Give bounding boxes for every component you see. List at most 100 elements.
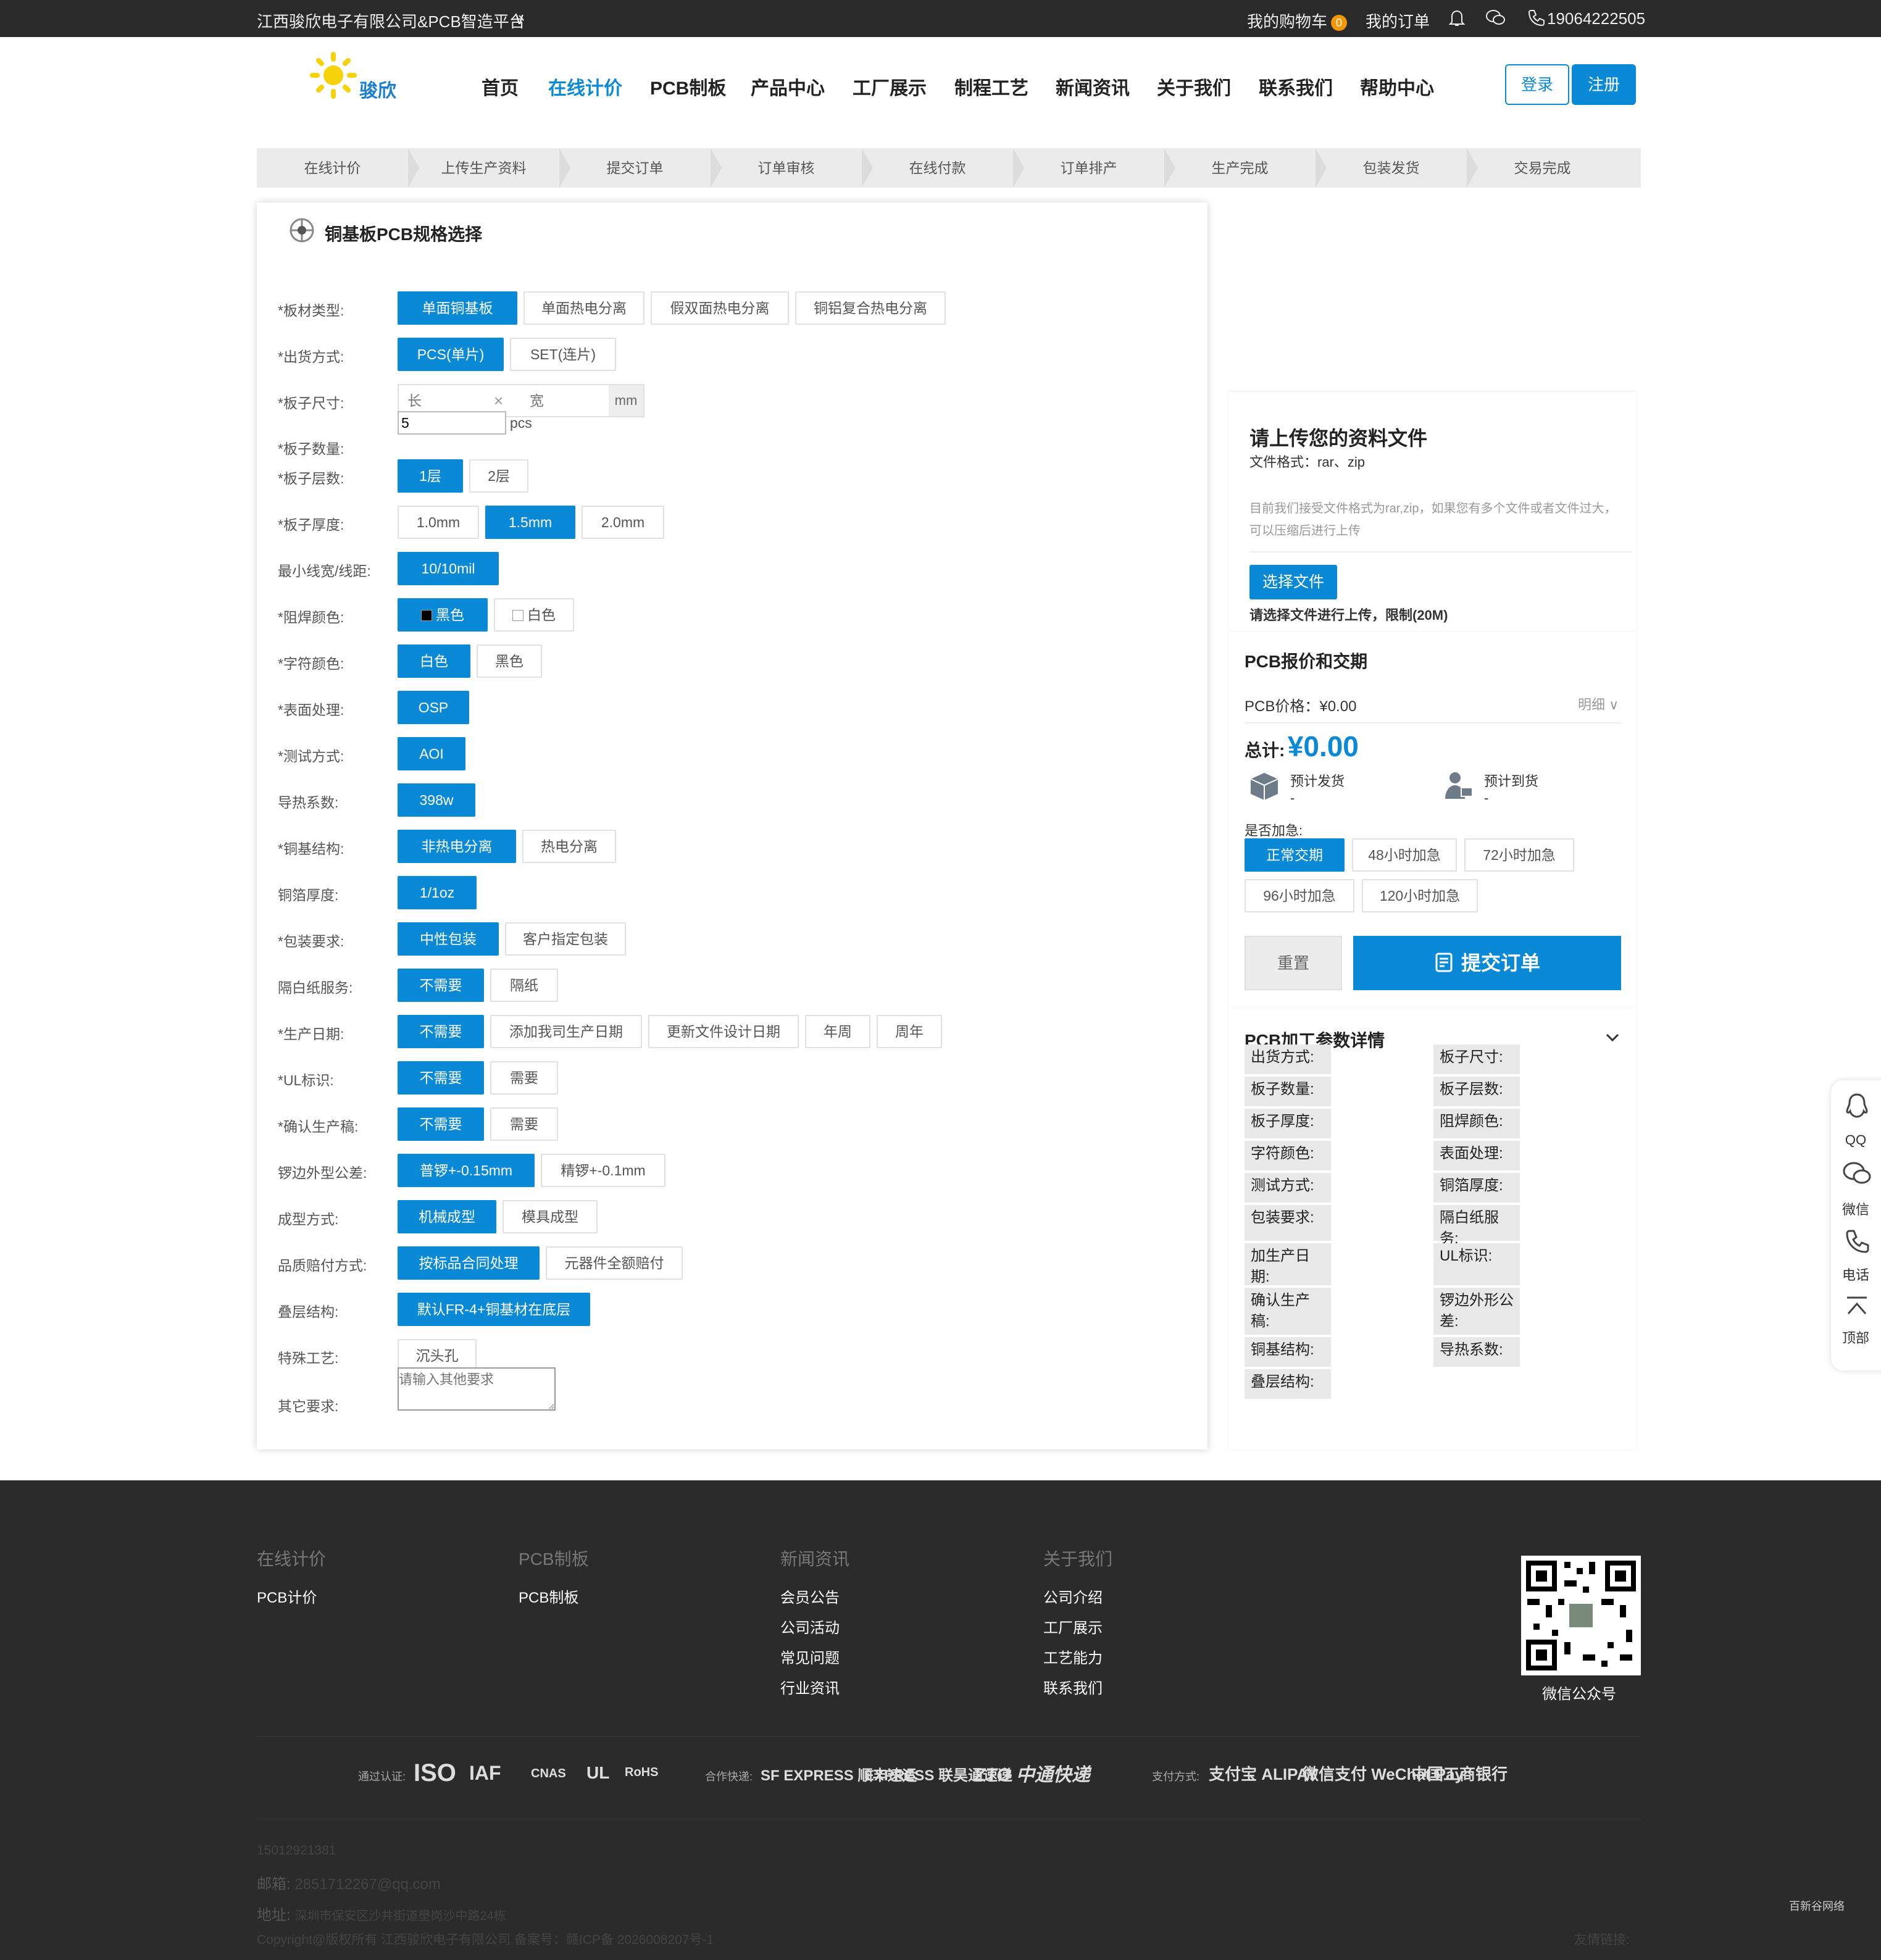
register-button[interactable]: 注册 [1572, 64, 1636, 105]
option-button[interactable]: 年周 [805, 1015, 870, 1048]
courier-label: 合作快递: [705, 1770, 753, 1783]
nav-online-quote[interactable]: 在线计价 [548, 73, 622, 100]
option-button[interactable]: 白色 [494, 598, 574, 632]
option-button[interactable]: 1.0mm [398, 506, 479, 539]
wechat-icon[interactable] [1842, 1161, 1872, 1190]
nav-process[interactable]: 制程工艺 [954, 73, 1028, 100]
option-button[interactable]: PCS(单片) [398, 338, 504, 371]
option-button[interactable]: 隔纸 [490, 969, 558, 1002]
option-button[interactable]: 不需要 [398, 1015, 484, 1048]
option-button[interactable]: 398w [398, 783, 475, 817]
footer: 在线计价 PCB计价 PCB制板 PCB制板 新闻资讯 会员公告 公司活动 常见… [0, 1480, 1881, 1960]
nav-about[interactable]: 关于我们 [1157, 73, 1231, 100]
float-top-label[interactable]: 顶部 [1831, 1327, 1880, 1347]
corner-credit: 百新谷网络 [1789, 1900, 1845, 1912]
option-button[interactable]: 单面铜基板 [398, 291, 517, 325]
login-button[interactable]: 登录 [1505, 64, 1569, 105]
option-button[interactable]: AOI [398, 737, 465, 770]
option-button[interactable]: 1/1oz [398, 876, 477, 909]
nav-home[interactable]: 首页 [482, 73, 519, 100]
option-button[interactable]: 热电分离 [522, 830, 616, 863]
footer-link[interactable]: 公司介绍 [1043, 1585, 1103, 1607]
option-button[interactable]: 不需要 [398, 1061, 484, 1095]
param-label: 锣边外形公差: [1433, 1288, 1520, 1335]
nav-pcb[interactable]: PCB制板 [650, 73, 726, 100]
option-button[interactable]: 10/10mil [398, 552, 499, 585]
back-to-top-icon[interactable] [1845, 1295, 1869, 1320]
option-button[interactable]: SET(连片) [510, 338, 616, 371]
option-button[interactable]: 非热电分离 [398, 830, 516, 863]
phone-icon[interactable] [1845, 1228, 1869, 1257]
collapse-chevron-icon[interactable] [1604, 1028, 1621, 1049]
cart-link[interactable]: 我的购物车 0 [1247, 9, 1348, 32]
option-button[interactable]: 默认FR-4+铜基材在底层 [398, 1293, 590, 1326]
option-button[interactable]: 2.0mm [582, 506, 664, 539]
urgent-option-72h[interactable]: 72小时加急 [1464, 838, 1574, 872]
option-button[interactable]: 黑色 [477, 644, 542, 678]
option-button[interactable]: 1层 [398, 459, 463, 493]
chevron-down-icon[interactable]: ∨ [514, 9, 525, 28]
footer-link[interactable]: 工厂展示 [1043, 1616, 1103, 1637]
option-button[interactable]: 周年 [877, 1015, 942, 1048]
option-button[interactable]: 单面热电分离 [523, 291, 644, 325]
logo[interactable]: 骏欣 [309, 51, 407, 101]
nav-news[interactable]: 新闻资讯 [1056, 73, 1130, 100]
step-2: 上传生产资料 [441, 160, 527, 176]
nav-help[interactable]: 帮助中心 [1360, 73, 1434, 100]
ship-date-label: 预计发货 [1290, 774, 1345, 789]
urgent-option-48h[interactable]: 48小时加急 [1352, 838, 1457, 872]
option-button[interactable]: OSP [398, 691, 469, 724]
float-wechat-label[interactable]: 微信 [1831, 1199, 1880, 1219]
urgent-option-normal[interactable]: 正常交期 [1245, 838, 1345, 872]
footer-link[interactable]: 行业资讯 [780, 1676, 840, 1698]
option-button[interactable]: 铜铝复合热电分离 [795, 291, 946, 325]
footer-link[interactable]: 工艺能力 [1043, 1646, 1103, 1667]
float-phone-label[interactable]: 电话 [1831, 1264, 1880, 1284]
nav-contact[interactable]: 联系我们 [1259, 73, 1333, 100]
reset-button[interactable]: 重置 [1245, 936, 1342, 990]
field-label: *确认生产稿: [278, 1119, 359, 1135]
option-button[interactable]: 更新文件设计日期 [648, 1015, 799, 1048]
qq-icon[interactable] [1845, 1093, 1869, 1123]
option-button[interactable]: 机械成型 [398, 1200, 496, 1233]
option-button[interactable]: 需要 [490, 1061, 558, 1095]
option-button[interactable]: 2层 [469, 459, 528, 493]
footer-link[interactable]: 常见问题 [780, 1646, 840, 1667]
cert-logo: CNAS [531, 1767, 566, 1780]
option-button[interactable]: 不需要 [398, 1107, 484, 1141]
option-button[interactable]: 中性包装 [398, 922, 499, 956]
option-button[interactable]: 黑色 [398, 598, 488, 632]
footer-link[interactable]: PCB计价 [257, 1585, 317, 1607]
price-detail-toggle[interactable]: 明细 ∨ [1578, 694, 1619, 714]
urgent-option-96h[interactable]: 96小时加急 [1245, 879, 1354, 912]
bell-icon[interactable] [1448, 9, 1466, 31]
nav-factory[interactable]: 工厂展示 [853, 73, 927, 100]
ship-date-value: - [1290, 790, 1295, 806]
footer-link[interactable]: 公司活动 [780, 1616, 840, 1637]
submit-order-button[interactable]: 提交订单 [1353, 936, 1621, 990]
option-button[interactable]: 不需要 [398, 969, 484, 1002]
option-button[interactable]: 假双面热电分离 [651, 291, 789, 325]
other-requirements-input[interactable] [398, 1367, 556, 1411]
option-button[interactable]: 客户指定包装 [505, 922, 626, 956]
option-button[interactable]: 元器件全额赔付 [546, 1246, 683, 1280]
footer-link[interactable]: PCB制板 [519, 1585, 578, 1607]
option-button[interactable]: 按标品合同处理 [398, 1246, 540, 1280]
option-button[interactable]: 模具成型 [503, 1200, 598, 1233]
option-button[interactable]: 1.5mm [485, 506, 575, 539]
option-button[interactable]: 添加我司生产日期 [490, 1015, 642, 1048]
my-orders-link[interactable]: 我的订单 [1366, 9, 1430, 32]
footer-link[interactable]: 联系我们 [1043, 1676, 1103, 1698]
option-button[interactable]: 普锣+-0.15mm [398, 1154, 535, 1187]
nav-products[interactable]: 产品中心 [751, 73, 825, 100]
width-input[interactable] [522, 386, 603, 415]
urgent-option-120h[interactable]: 120小时加急 [1362, 879, 1478, 912]
choose-file-button[interactable]: 选择文件 [1249, 565, 1337, 599]
wechat-icon[interactable] [1485, 9, 1506, 31]
option-button[interactable]: 需要 [490, 1107, 558, 1141]
footer-link[interactable]: 会员公告 [780, 1585, 840, 1607]
option-button[interactable]: 白色 [398, 644, 470, 678]
option-button[interactable]: 精锣+-0.1mm [541, 1154, 665, 1187]
quantity-input[interactable] [398, 411, 506, 435]
float-qq-label[interactable]: QQ [1831, 1132, 1880, 1148]
